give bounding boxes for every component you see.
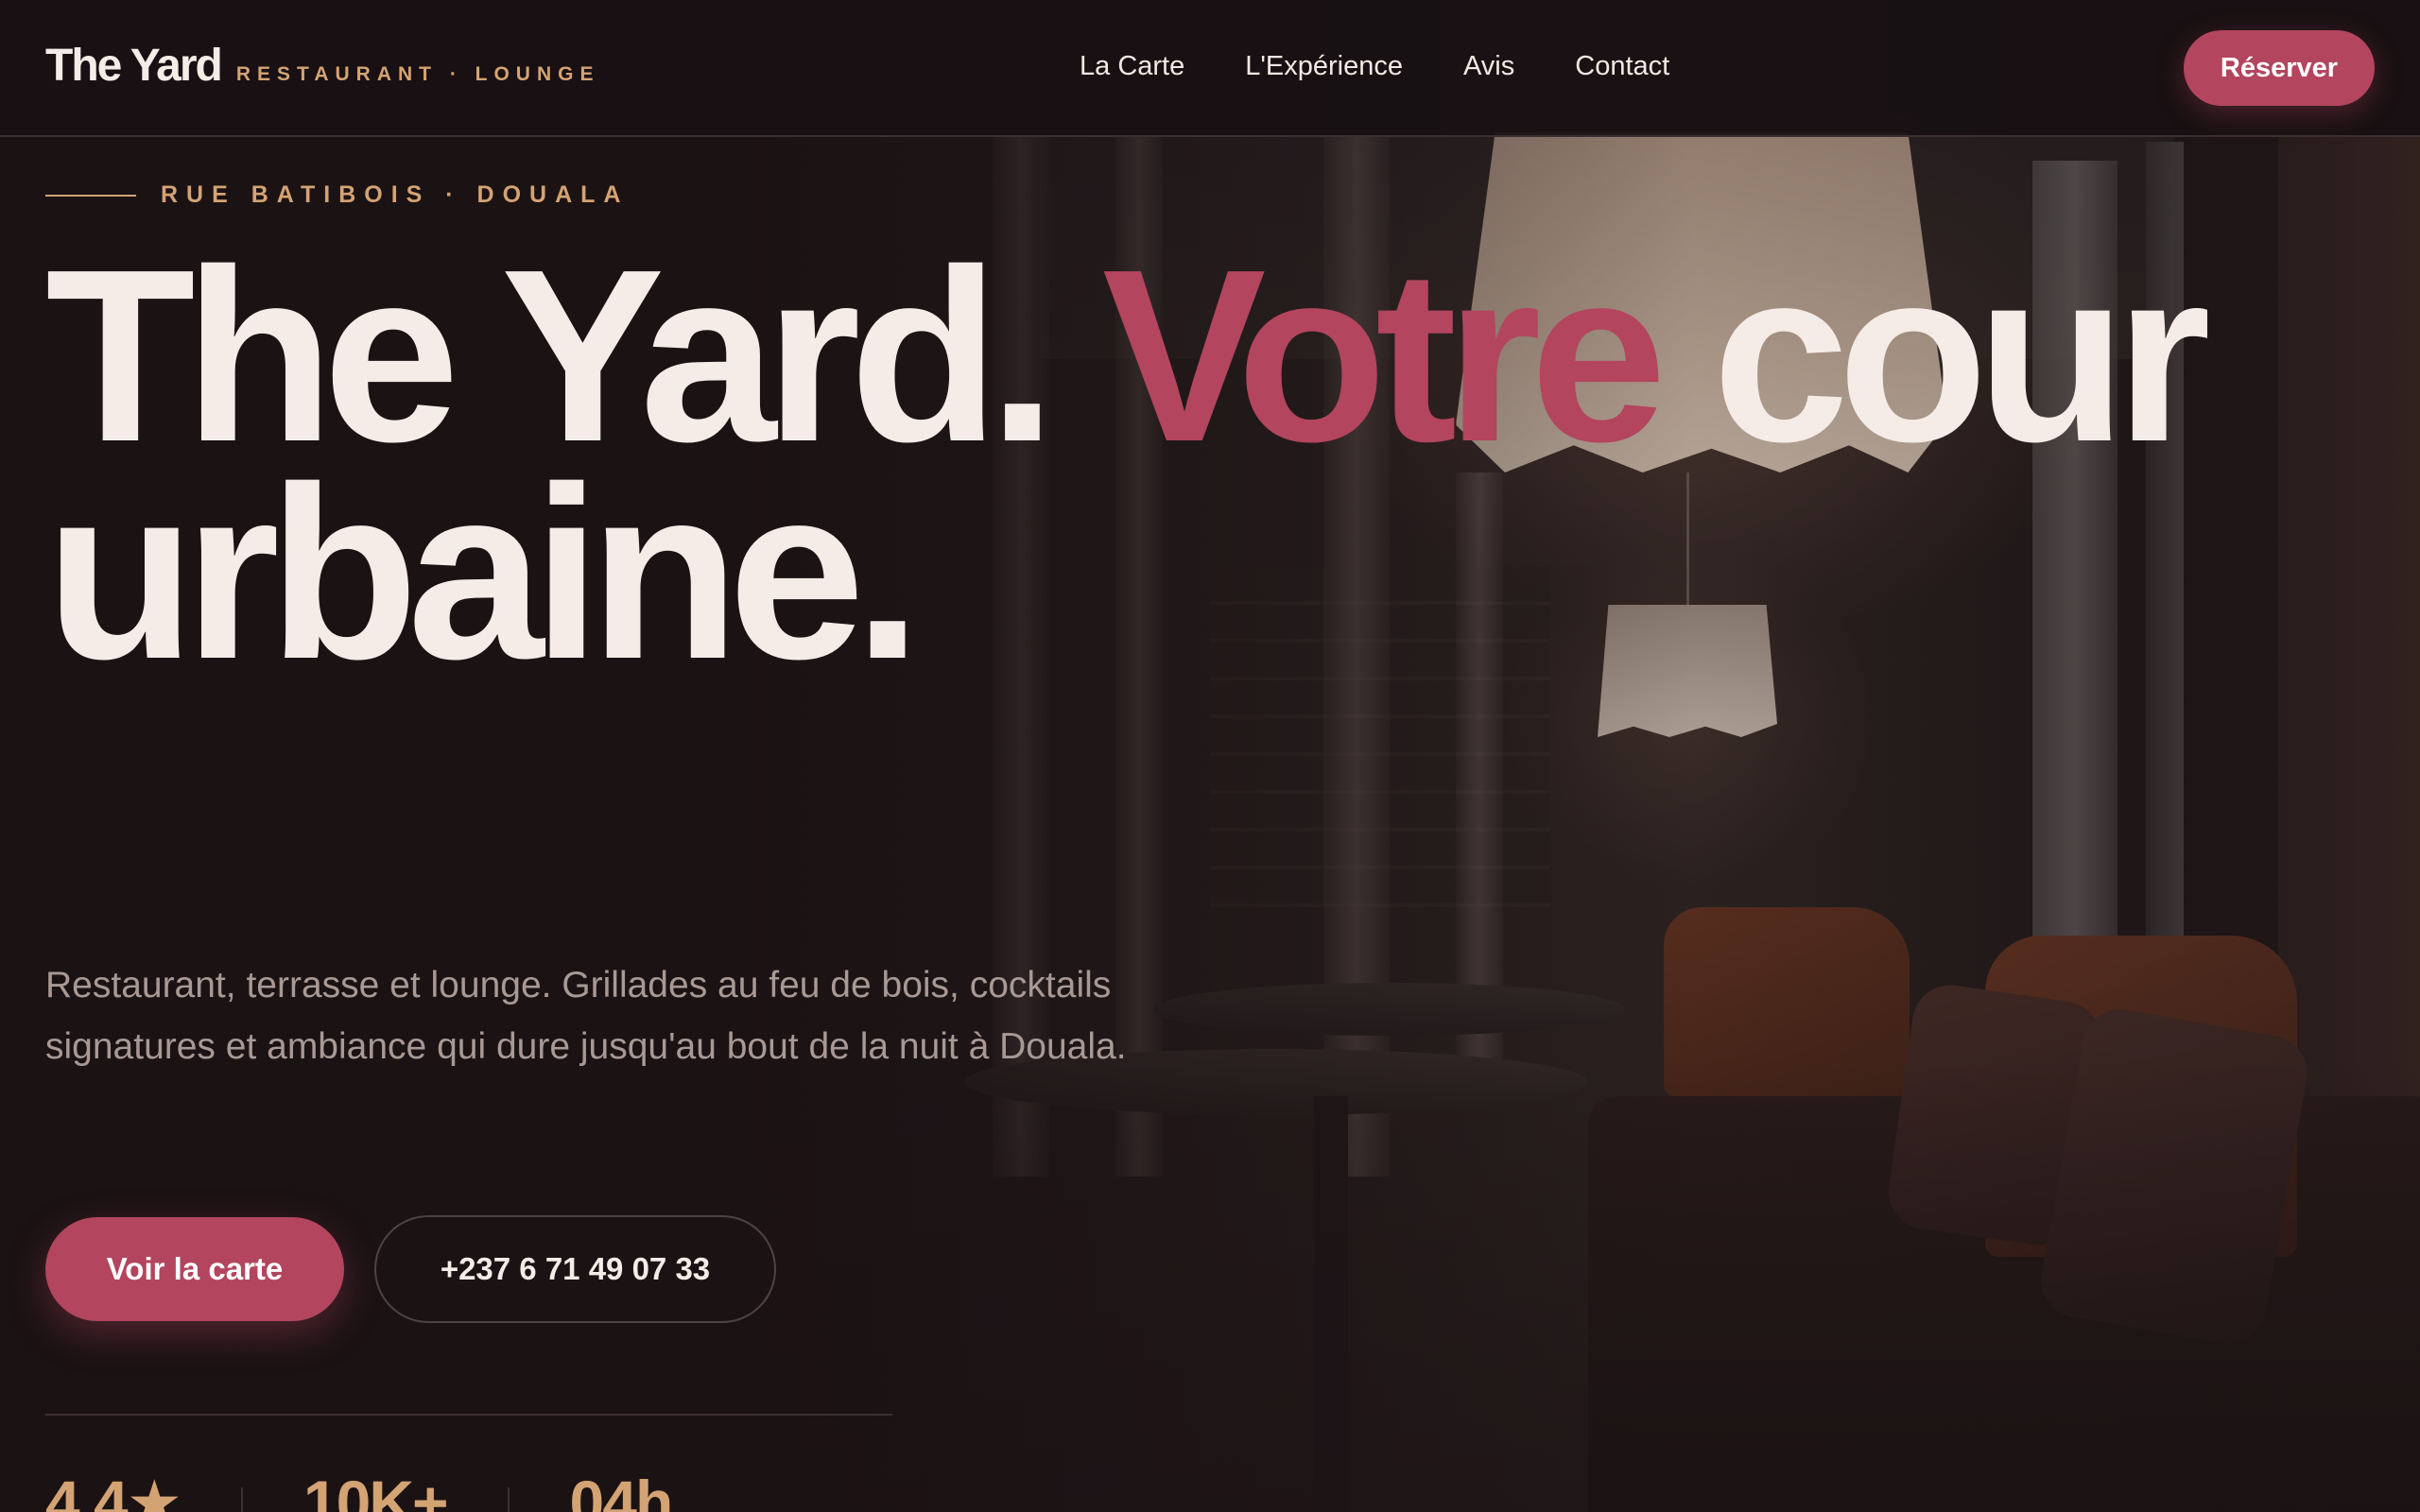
headline-line-2-rest: cour (1655, 219, 2210, 493)
view-menu-button[interactable]: Voir la carte (45, 1217, 344, 1321)
brand-tagline: RESTAURANT · LOUNGE (235, 63, 600, 85)
nav-links: La Carte L'Expérience Avis Contact (1080, 51, 1730, 82)
brand-name: The Yard (45, 41, 223, 91)
nav-link-contact[interactable]: Contact (1575, 51, 1669, 82)
hero-description: Restaurant, terrasse et lounge. Grillade… (45, 965, 1127, 1067)
stat-customers: 10K+ (302, 1468, 449, 1512)
nav-link-experience[interactable]: L'Expérience (1245, 51, 1403, 82)
stats-row: 4.4★ 10K+ 04h (45, 1467, 674, 1512)
stat-rating: 4.4★ (45, 1468, 182, 1512)
location-eyebrow: RUE BATIBOIS · DOUALA (45, 181, 629, 209)
headline-accent-word: Votre (1101, 219, 1667, 493)
eyebrow-rule (45, 194, 136, 197)
brand-logo[interactable]: The Yard RESTAURANT · LOUNGE (45, 40, 599, 92)
hero-headline: The Yard. Votre cour urbaine. (45, 233, 2420, 696)
headline-line-2: Votre cour (1101, 219, 2211, 493)
phone-button[interactable]: +237 6 71 49 07 33 (374, 1215, 776, 1323)
stat-closing-hour: 04h (569, 1468, 674, 1512)
stats-divider (45, 1414, 892, 1416)
top-navbar: The Yard RESTAURANT · LOUNGE La Carte L'… (0, 0, 2420, 137)
headline-line-3: urbaine. (45, 437, 922, 711)
nav-link-avis[interactable]: Avis (1463, 51, 1514, 82)
reserve-button[interactable]: Réserver (2184, 30, 2375, 106)
nav-link-la-carte[interactable]: La Carte (1080, 51, 1184, 82)
stat-separator (507, 1487, 510, 1512)
stat-separator (240, 1487, 243, 1512)
eyebrow-text: RUE BATIBOIS · DOUALA (161, 181, 630, 208)
